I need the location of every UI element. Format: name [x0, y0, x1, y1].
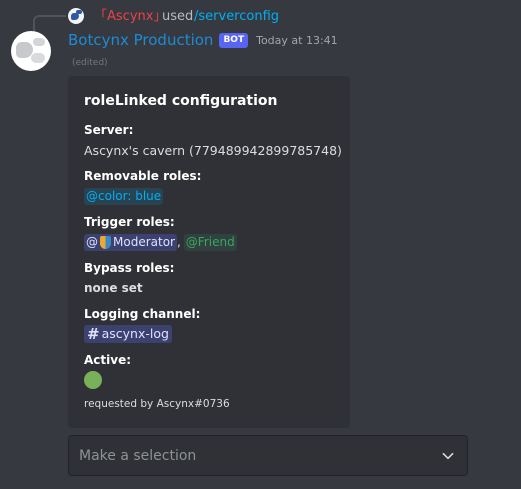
green-circle-icon	[84, 371, 102, 389]
field-trigger-value: @ Moderator , @Friend	[84, 233, 237, 251]
bot-avatar[interactable]	[11, 31, 51, 71]
server-value-text: Ascynx's cavern (779489942899785748)	[84, 142, 342, 158]
message-header: Botcynx Production BOT Today at 13:41	[68, 30, 338, 50]
chat-message-view: 「Ascynx」 used /serverconfig Botcynx Prod…	[0, 0, 521, 489]
field-server-name: Server:	[84, 123, 134, 137]
field-removable-name: Removable roles:	[84, 169, 202, 183]
role-mention-color-blue[interactable]: @color: blue	[84, 187, 164, 205]
role-mention-moderator[interactable]: @ Moderator	[84, 233, 177, 251]
role-separator: ,	[176, 235, 181, 249]
channel-name: ascynx-log	[101, 326, 169, 341]
field-trigger-name: Trigger roles:	[84, 215, 175, 229]
channel-mention[interactable]: # ascynx-log	[84, 325, 172, 343]
field-server-value: Ascynx's cavern (779489942899785748)	[84, 141, 342, 159]
bot-badge: BOT	[219, 32, 249, 48]
reply-used-text: used	[162, 9, 194, 24]
shield-icon	[100, 235, 111, 249]
embed-title: roleLinked configuration	[84, 93, 278, 109]
select-placeholder: Make a selection	[79, 447, 197, 464]
reply-username[interactable]: 「Ascynx」	[94, 8, 166, 26]
avatar-shape	[31, 53, 45, 63]
field-bypass-name: Bypass roles:	[84, 261, 175, 275]
avatar-shape	[33, 38, 45, 46]
field-removable-value: @color: blue	[84, 187, 164, 205]
role-at-sign: @	[86, 234, 98, 249]
role-moderator-label: Moderator	[113, 234, 175, 249]
embed-footer: requested by Ascynx#0736	[84, 398, 230, 410]
bypass-value-text: none set	[84, 281, 143, 295]
reply-connector-line	[33, 15, 66, 32]
author-name[interactable]: Botcynx Production	[68, 31, 213, 49]
selection-dropdown[interactable]: Make a selection	[68, 435, 468, 476]
reply-user-avatar[interactable]	[68, 8, 84, 24]
message-timestamp[interactable]: Today at 13:41	[256, 34, 338, 47]
role-mention-friend[interactable]: @Friend	[183, 233, 237, 251]
edited-label: (edited)	[72, 58, 108, 68]
field-active-name: Active:	[84, 353, 132, 367]
field-bypass-value: none set	[84, 279, 143, 297]
field-logging-value: # ascynx-log	[84, 325, 172, 343]
reply-command-link[interactable]: /serverconfig	[194, 8, 279, 26]
chevron-down-icon	[442, 452, 454, 459]
field-logging-name: Logging channel:	[84, 307, 201, 321]
embed-card: roleLinked configuration Server: Ascynx'…	[68, 76, 350, 428]
hash-icon: #	[87, 325, 100, 343]
